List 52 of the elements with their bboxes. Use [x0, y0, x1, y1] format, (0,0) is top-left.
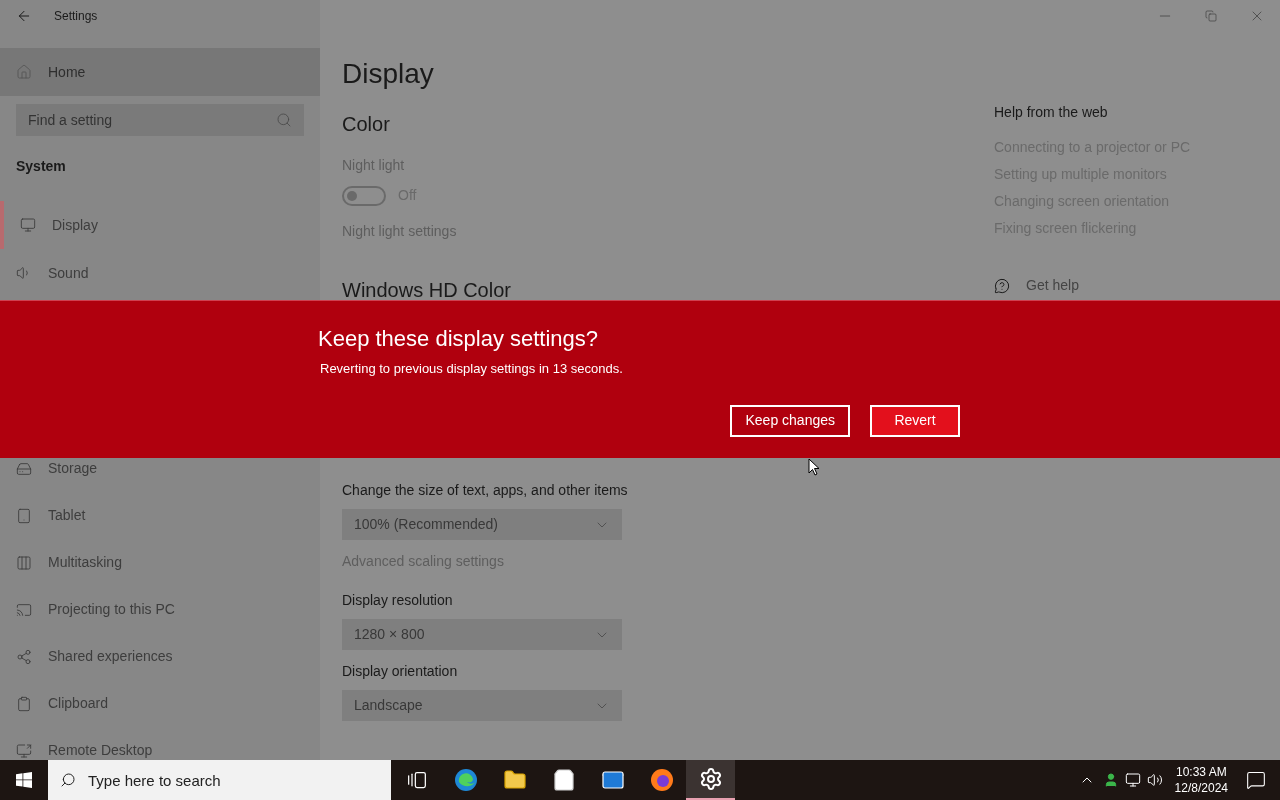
dialog-button[interactable]: Keep changes — [730, 404, 850, 437]
setting-label: Change the size of text, apps, and other items — [342, 482, 628, 499]
dropdown[interactable]: Landscape — [342, 690, 622, 721]
setting-label: Display orientation — [342, 663, 458, 680]
taskbar-app[interactable] — [686, 760, 735, 800]
sidebar-item[interactable]: Shared experiences — [0, 633, 320, 680]
sidebar-item[interactable]: Clipboard — [0, 680, 320, 727]
page-title: Display — [342, 57, 434, 91]
share-icon — [16, 648, 32, 665]
task-view-icon — [406, 770, 427, 790]
clock[interactable]: 10:33 AM 12/8/2024 — [1170, 764, 1232, 796]
dialog-title: Keep these display settings? — [318, 325, 600, 353]
windows-logo-icon — [16, 772, 32, 788]
section-heading: Color — [342, 112, 390, 137]
cursor-icon — [808, 458, 820, 476]
home-icon — [16, 64, 32, 80]
home-item[interactable]: Home — [0, 48, 320, 96]
help-chat-icon — [994, 277, 1010, 294]
window-title: Settings — [54, 8, 98, 25]
columns-icon — [16, 554, 32, 571]
sidebar-item[interactable]: Storage — [0, 445, 320, 492]
notification-icon — [1246, 770, 1266, 790]
dialog-message: Reverting to previous display settings in 13 seconds. — [320, 360, 624, 378]
drive-icon — [16, 460, 32, 477]
toggle-switch[interactable] — [342, 185, 386, 206]
gear-icon — [698, 767, 723, 791]
setting-label: Display resolution — [342, 592, 453, 609]
sidebar-item[interactable]: Projecting to this PC — [0, 586, 320, 633]
volume-icon[interactable] — [1146, 772, 1163, 788]
dropdown[interactable]: 1280 × 800 — [342, 619, 622, 650]
sidebar-item[interactable]: Multitasking — [0, 539, 320, 586]
tablet-icon — [16, 507, 32, 524]
section-heading: System — [16, 158, 67, 175]
screen-share-icon — [16, 742, 32, 759]
sidebar-item[interactable]: Sound — [0, 249, 320, 297]
cast-icon — [16, 601, 32, 618]
back-arrow-icon[interactable] — [16, 8, 32, 24]
search-icon — [60, 772, 76, 788]
sidebar-item[interactable]: Remote Desktop — [0, 727, 320, 760]
dialog-button[interactable]: Revert — [870, 404, 960, 437]
folder-icon — [502, 768, 527, 792]
taskbar-search-field[interactable]: Type here to search — [48, 760, 391, 800]
network-icon[interactable] — [1124, 772, 1141, 788]
sidebar-item[interactable]: Tablet — [0, 492, 320, 539]
search-field[interactable]: Find a setting — [16, 104, 304, 136]
section-heading: Windows HD Color — [342, 278, 511, 302]
help-heading: Help from the web — [994, 103, 1108, 122]
search-icon — [276, 112, 292, 128]
clipboard-icon — [16, 695, 32, 712]
dropdown[interactable]: 100% (Recommended) — [342, 509, 622, 540]
monitor-icon — [20, 217, 36, 233]
get-help-link[interactable]: Get help — [1026, 277, 1079, 294]
